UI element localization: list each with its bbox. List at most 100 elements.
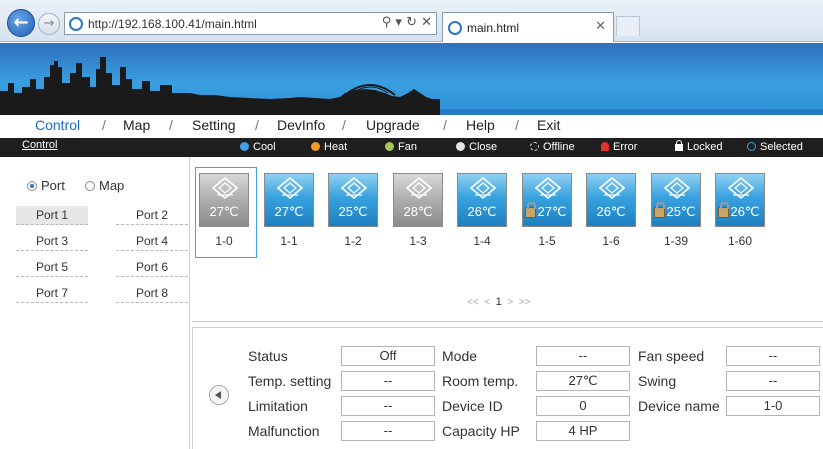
port-item-1[interactable]: Port 1 [16,206,88,225]
port-item-6[interactable]: Port 6 [116,258,188,277]
menu-exit[interactable]: Exit [537,117,560,133]
menu-setting[interactable]: Setting [192,117,236,133]
air-conditioner-icon [277,177,303,199]
device-temp: 27℃ [209,204,239,219]
fan-speed-value: -- [726,346,820,366]
back-button[interactable]: ← [7,9,35,37]
close-tab-icon[interactable]: ✕ [595,19,606,34]
pager-prev[interactable]: < [484,297,490,308]
menu-control[interactable]: Control [35,117,80,133]
radio-unchecked-icon [85,181,95,191]
air-conditioner-icon [212,177,238,199]
new-tab-button[interactable] [616,16,640,36]
menu-separator: / [515,117,519,133]
device-temp: 26℃ [596,204,626,219]
fan-icon [385,142,394,151]
device-unit[interactable]: 28℃ [393,173,443,227]
room-temp-value: 27℃ [536,371,630,391]
port-item-2[interactable]: Port 2 [116,206,188,225]
malfunction-label: Malfunction [248,423,320,439]
device-tile[interactable]: 27℃ 1-5 [515,159,579,259]
device-unit[interactable]: 25℃ [328,173,378,227]
device-tile[interactable]: 25℃ 1-39 [644,159,708,259]
device-unit[interactable]: 27℃ [264,173,314,227]
status-value: Off [341,346,435,366]
device-temp: 25℃ [666,204,696,219]
status-label: Status [248,348,288,364]
temp-setting-label: Temp. setting [248,373,332,389]
device-unit[interactable]: 27℃ [199,173,249,227]
legend-bar: Control Cool Heat Fan Close Offline Erro… [0,138,823,157]
mode-label: Mode [442,348,478,364]
device-temp: 26℃ [467,204,497,219]
air-conditioner-icon [728,177,754,199]
fan-speed-label: Fan speed [638,348,705,364]
device-tile[interactable]: 26℃ 1-60 [708,159,772,259]
menu-help[interactable]: Help [466,117,495,133]
device-tile[interactable]: 26℃ 1-4 [450,159,514,259]
device-id-label: Device ID [442,398,503,414]
air-conditioner-icon [664,177,690,199]
port-item-3[interactable]: Port 3 [16,232,88,251]
main-menu: Control / Map / Setting / DevInfo / Upgr… [0,115,823,137]
device-name-label: Device name [638,398,720,414]
legend-heat: Heat [311,141,347,153]
device-temp: 26℃ [730,204,760,219]
device-id-label: 1-5 [538,234,556,248]
radio-port[interactable]: Port [27,178,65,193]
device-tile[interactable]: 27℃ 1-1 [257,159,321,259]
capacity-value: 4 HP [536,421,630,441]
section-title[interactable]: Control [22,139,57,151]
radio-map[interactable]: Map [85,178,124,193]
legend-error: Error [601,141,637,153]
menu-separator: / [169,117,173,133]
port-item-4[interactable]: Port 4 [116,232,188,251]
skyline-graphic [0,57,823,115]
selected-icon [747,142,756,151]
device-unit[interactable]: 26℃ [586,173,636,227]
device-unit[interactable]: 26℃ [457,173,507,227]
legend-locked: Locked [675,140,722,153]
pager-first[interactable]: << [467,297,479,308]
device-unit[interactable]: 25℃ [651,173,701,227]
device-tile[interactable]: 25℃ 1-2 [321,159,385,259]
port-item-7[interactable]: Port 7 [16,284,88,303]
menu-devinfo[interactable]: DevInfo [277,117,325,133]
device-temp: 28℃ [403,204,433,219]
device-tile[interactable]: 27℃ 1-0 [192,159,257,259]
pager-next[interactable]: > [507,297,513,308]
radio-checked-icon [27,181,37,191]
collapse-arrow-icon[interactable] [209,385,229,405]
url-text: http://192.168.100.41/main.html [88,17,257,31]
device-tile[interactable]: 26℃ 1-6 [579,159,643,259]
port-item-5[interactable]: Port 5 [16,258,88,277]
device-unit[interactable]: 26℃ [715,173,765,227]
device-temp: 27℃ [274,204,304,219]
device-id-label: 1-3 [409,234,427,248]
browser-tab[interactable]: main.html ✕ [442,12,614,42]
address-bar[interactable]: http://192.168.100.41/main.html ⚲ ▾ ↻ ✕ [64,12,437,35]
port-item-8[interactable]: Port 8 [116,284,188,303]
menu-separator: / [102,117,106,133]
menu-upgrade[interactable]: Upgrade [366,117,420,133]
pager-last[interactable]: >> [519,297,531,308]
tab-title: main.html [467,21,520,35]
device-id-label: 1-1 [280,234,298,248]
swing-label: Swing [638,373,677,389]
air-conditioner-icon [470,177,496,199]
port-sidebar: Port Map Port 1 Port 2 Port 3 Port 4 Por… [0,157,190,449]
forward-button[interactable]: → [38,13,60,35]
device-name-value: 1-0 [726,396,820,416]
room-temp-label: Room temp. [442,373,519,389]
ie-icon [448,21,462,35]
menu-map[interactable]: Map [123,117,150,133]
device-tile[interactable]: 28℃ 1-3 [386,159,450,259]
menu-separator: / [342,117,346,133]
pager-current[interactable]: 1 [496,296,502,308]
device-id-label: 1-6 [602,234,620,248]
heat-icon [311,142,320,151]
air-conditioner-icon [341,177,367,199]
address-tools-icon[interactable]: ⚲ ▾ ↻ ✕ [382,15,432,30]
device-id-label: 1-39 [663,234,689,248]
device-unit[interactable]: 27℃ [522,173,572,227]
